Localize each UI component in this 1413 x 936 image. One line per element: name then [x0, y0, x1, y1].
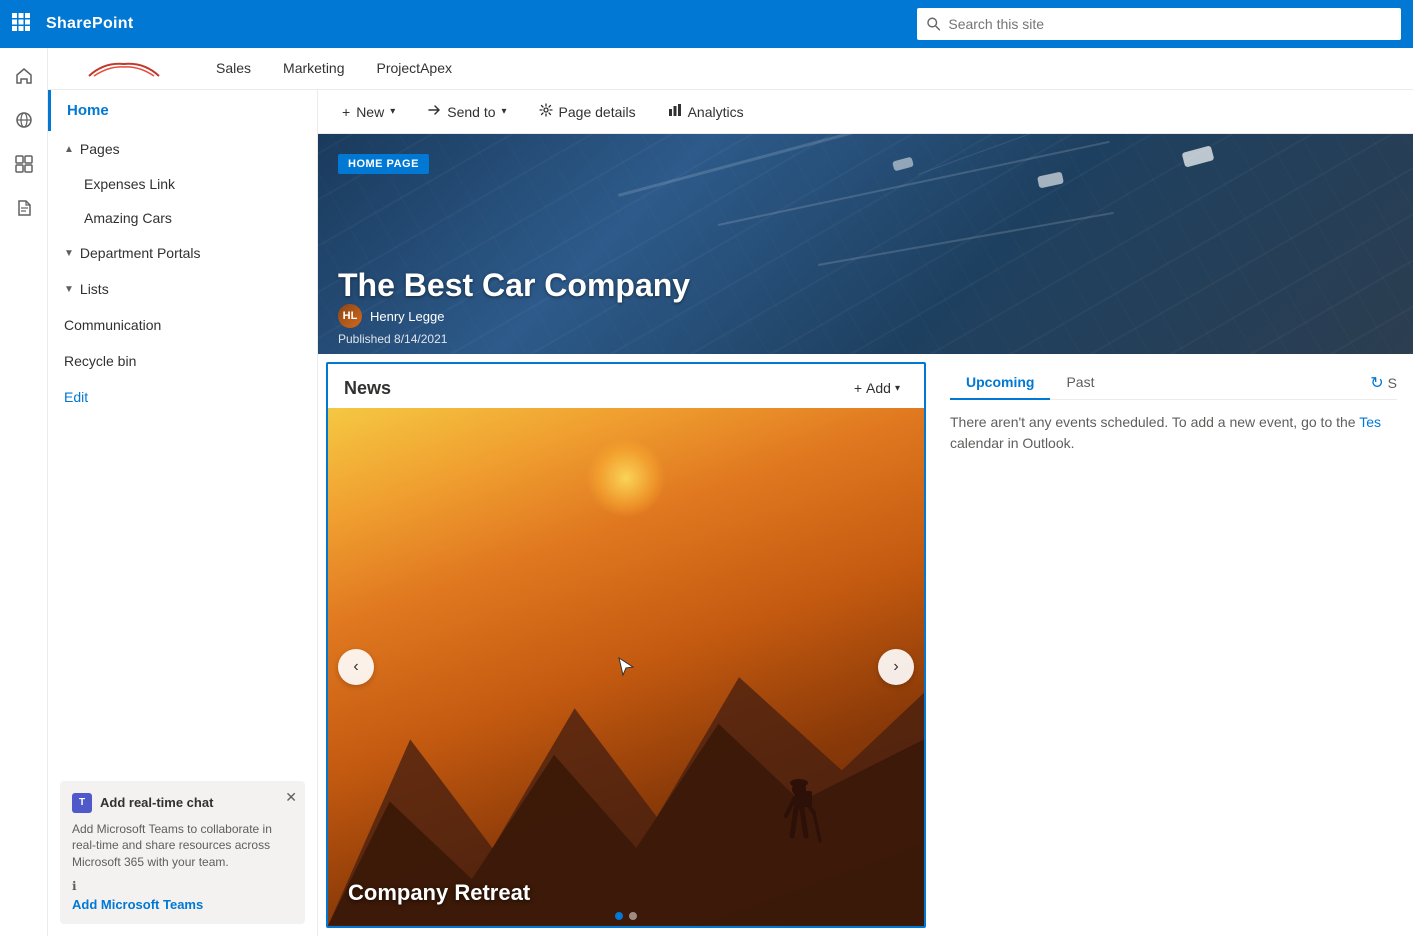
main-layout: Home ▲ Pages Expenses Link Amazing Cars …: [48, 90, 1413, 936]
globe-rail-icon[interactable]: [4, 100, 44, 140]
tabs-bar: Sales Marketing ProjectApex: [48, 48, 1413, 90]
tab-upcoming[interactable]: Upcoming: [950, 366, 1050, 400]
author-name: Henry Legge: [370, 309, 444, 324]
carousel-dot-2[interactable]: [629, 912, 637, 920]
sidebar-pages-header[interactable]: ▲ Pages: [48, 131, 317, 167]
analytics-button[interactable]: Analytics: [660, 99, 752, 124]
hero-author: HL Henry Legge: [338, 304, 444, 328]
new-button[interactable]: + New ▾: [334, 100, 403, 124]
card-body: Add Microsoft Teams to collaborate in re…: [72, 821, 293, 871]
sidebar-home[interactable]: Home: [48, 90, 317, 131]
author-avatar: HL: [338, 304, 362, 328]
sidebar-pages-section: ▲ Pages Expenses Link Amazing Cars: [48, 131, 317, 235]
card-title: T Add real-time chat: [72, 793, 293, 813]
refresh-button[interactable]: ↻: [1370, 373, 1383, 393]
send-to-chevron-icon: ▾: [502, 106, 507, 117]
sidebar-lists-header[interactable]: ▼ Lists: [48, 271, 317, 307]
sidebar-dept-portals-section: ▼ Department Portals: [48, 235, 317, 271]
add-teams-link[interactable]: Add Microsoft Teams: [72, 897, 293, 912]
carousel-caption: Company Retreat: [348, 880, 530, 906]
tab-marketing[interactable]: Marketing: [267, 48, 360, 90]
site-logo: [64, 51, 184, 87]
grid-rail-icon[interactable]: [4, 144, 44, 184]
document-rail-icon[interactable]: [4, 188, 44, 228]
close-card-button[interactable]: ✕: [285, 789, 297, 806]
home-rail-icon[interactable]: [4, 56, 44, 96]
search-input[interactable]: [948, 16, 1391, 32]
events-tabs: Upcoming Past ↻ S: [950, 366, 1397, 400]
sidebar-item-amazing-cars[interactable]: Amazing Cars: [48, 201, 317, 235]
sharepoint-title: SharePoint: [46, 15, 133, 33]
send-icon: [427, 103, 441, 120]
carousel-next-button[interactable]: ›: [878, 649, 914, 685]
events-empty-text: There aren't any events scheduled. To ad…: [950, 412, 1397, 454]
add-chevron-icon: ▾: [895, 383, 900, 394]
pages-chevron-icon: ▲: [64, 144, 74, 155]
new-chevron-icon: ▾: [390, 106, 395, 117]
dept-chevron-icon: ▼: [64, 248, 74, 259]
news-plus-icon: +: [854, 380, 862, 396]
hero-badge: HOME PAGE: [338, 154, 429, 174]
sidebar-bottom-card: ✕ T Add real-time chat Add Microsoft Tea…: [60, 781, 305, 924]
sidebar-communication[interactable]: Communication: [48, 307, 317, 343]
search-bar[interactable]: [917, 8, 1401, 40]
news-header: News + Add ▾: [328, 364, 924, 408]
hero-background: [318, 134, 1413, 354]
tab-past[interactable]: Past: [1050, 366, 1110, 400]
hiker-silhouette: [774, 771, 824, 871]
lists-chevron-icon: ▼: [64, 284, 74, 295]
search-icon: [927, 17, 940, 31]
content-area: + New ▾ Send to ▾: [318, 90, 1413, 936]
tab-sales[interactable]: Sales: [200, 48, 267, 90]
sidebar-item-expenses-link[interactable]: Expenses Link: [48, 167, 317, 201]
news-panel: News + Add ▾: [326, 362, 926, 928]
command-bar: + New ▾ Send to ▾: [318, 90, 1413, 134]
sync-label: S: [1388, 375, 1397, 391]
waffle-icon[interactable]: [12, 13, 30, 36]
left-rail: [0, 48, 48, 936]
hero-section: HOME PAGE The Best Car Company HL Henry …: [318, 134, 1413, 354]
sidebar-dept-portals-header[interactable]: ▼ Department Portals: [48, 235, 317, 271]
carousel-dot-1[interactable]: [615, 912, 623, 920]
events-panel: Upcoming Past ↻ S There aren't any event…: [934, 354, 1413, 936]
carousel-dots: [615, 912, 637, 920]
carousel-prev-button[interactable]: ‹: [338, 649, 374, 685]
hero-title: The Best Car Company: [338, 267, 690, 304]
analytics-icon: [668, 103, 682, 120]
news-carousel: Company Retreat ‹ ›: [328, 408, 924, 926]
page-details-button[interactable]: Page details: [531, 99, 644, 124]
info-icon: ℹ: [72, 879, 293, 893]
sidebar-lists-section: ▼ Lists: [48, 271, 317, 307]
top-bar: SharePoint: [0, 0, 1413, 48]
send-to-button[interactable]: Send to ▾: [419, 99, 514, 124]
gear-icon: [539, 103, 553, 120]
bottom-panels: News + Add ▾: [318, 354, 1413, 936]
sidebar-recycle-bin[interactable]: Recycle bin: [48, 343, 317, 379]
sidebar: Home ▲ Pages Expenses Link Amazing Cars …: [48, 90, 318, 936]
teams-icon: T: [72, 793, 92, 813]
plus-icon: +: [342, 104, 350, 120]
sidebar-edit[interactable]: Edit: [48, 379, 317, 415]
calendar-link[interactable]: Tes: [1359, 414, 1381, 430]
hero-published-date: Published 8/14/2021: [338, 332, 447, 346]
news-title: News: [344, 378, 391, 399]
tab-project-apex[interactable]: ProjectApex: [361, 48, 468, 90]
news-add-button[interactable]: + Add ▾: [846, 376, 908, 400]
